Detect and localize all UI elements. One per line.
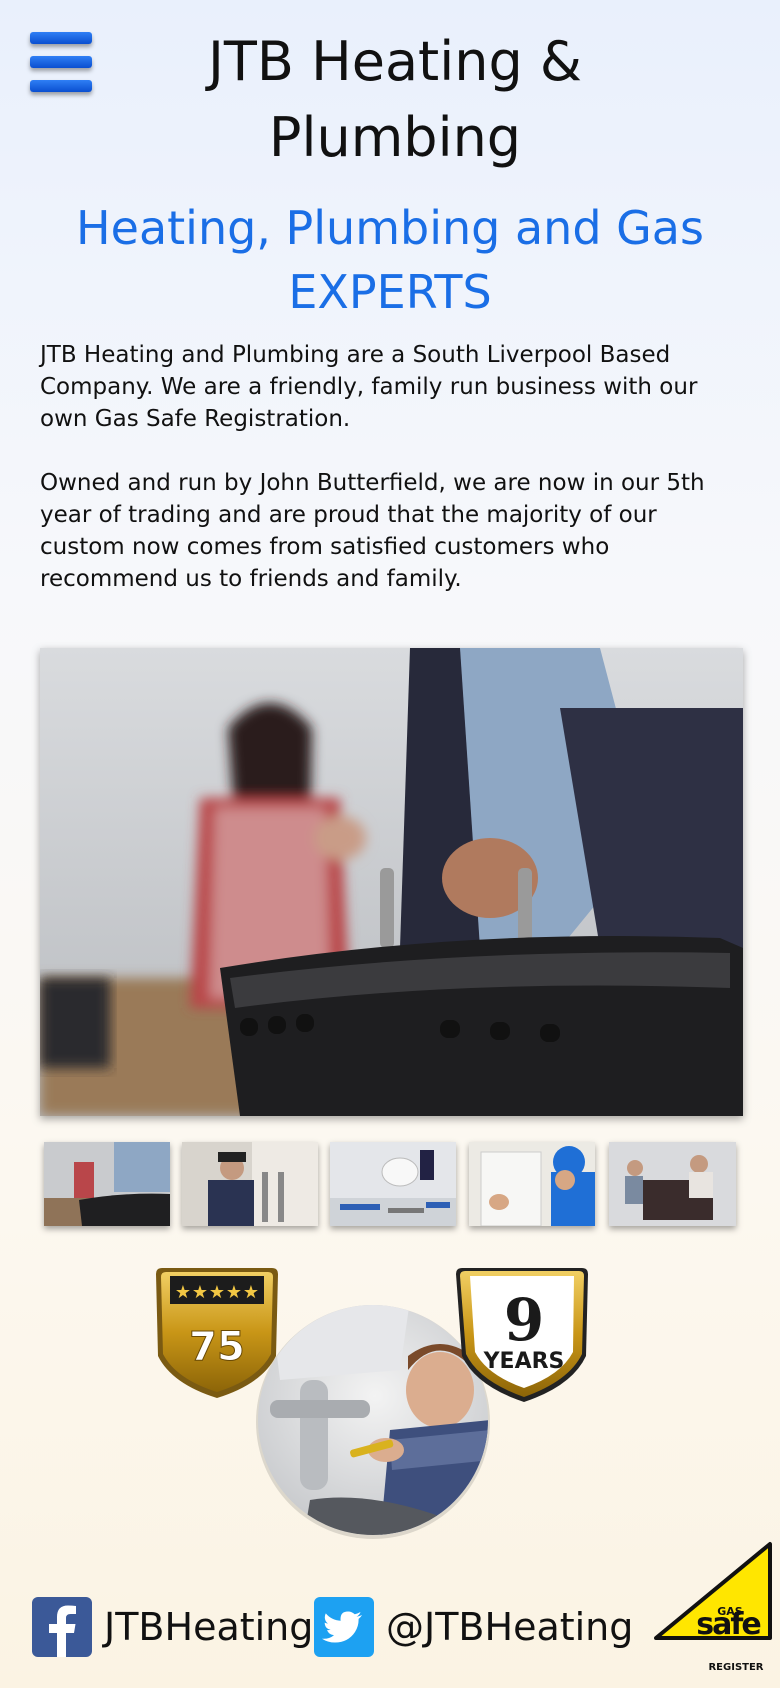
twitter-handle: @JTBHeating	[386, 1605, 634, 1649]
badges-graphic: ★ ★ ★ ★ ★ 75 9 YEARS	[156, 1268, 588, 1539]
trust-badges: ★ ★ ★ ★ ★ 75 9 YEARS	[150, 1260, 600, 1560]
gas-safe-register-logo: GAS safe REGISTER	[652, 1540, 774, 1680]
svg-text:REGISTER: REGISTER	[708, 1662, 763, 1673]
intro-paragraph: JTB Heating and Plumbing are a South Liv…	[40, 342, 698, 432]
tagline: Heating, Plumbing and Gas EXPERTS	[76, 201, 704, 319]
svg-text:★: ★	[192, 1282, 208, 1303]
svg-text:★: ★	[226, 1282, 242, 1303]
thumbnail-gallery	[44, 1142, 736, 1226]
menu-bar	[30, 56, 92, 68]
facebook-handle: JTBHeating	[104, 1605, 314, 1649]
gallery-thumbnail[interactable]	[44, 1142, 170, 1226]
intro-paragraph: Owned and run by John Butterfield, we ar…	[40, 470, 705, 592]
years-number: 9	[504, 1286, 544, 1354]
gallery-thumbnail[interactable]	[609, 1142, 736, 1226]
facebook-link[interactable]: JTBHeating	[32, 1596, 313, 1658]
menu-bar	[30, 32, 92, 44]
menu-bar	[30, 80, 92, 92]
hamburger-menu-button[interactable]	[30, 32, 92, 96]
hero-image	[40, 648, 743, 1116]
svg-text:★: ★	[209, 1282, 225, 1303]
svg-text:★: ★	[175, 1282, 191, 1303]
hero-illustration	[40, 648, 743, 1116]
gallery-thumbnail[interactable]	[469, 1142, 595, 1226]
rating-number: 75	[189, 1324, 245, 1370]
twitter-icon	[314, 1597, 374, 1657]
svg-text:safe: safe	[696, 1607, 760, 1642]
years-label: YEARS	[483, 1349, 565, 1374]
twitter-link[interactable]: @JTBHeating	[314, 1596, 633, 1658]
gallery-thumbnail[interactable]	[330, 1142, 456, 1226]
gallery-thumbnail[interactable]	[182, 1142, 318, 1226]
svg-text:★: ★	[243, 1282, 259, 1303]
site-title: JTB Heating & Plumbing	[208, 30, 582, 169]
intro-text: JTB Heating and Plumbing are a South Liv…	[40, 339, 745, 627]
facebook-icon	[32, 1597, 92, 1657]
rating-badge: ★ ★ ★ ★ ★ 75	[156, 1268, 278, 1398]
